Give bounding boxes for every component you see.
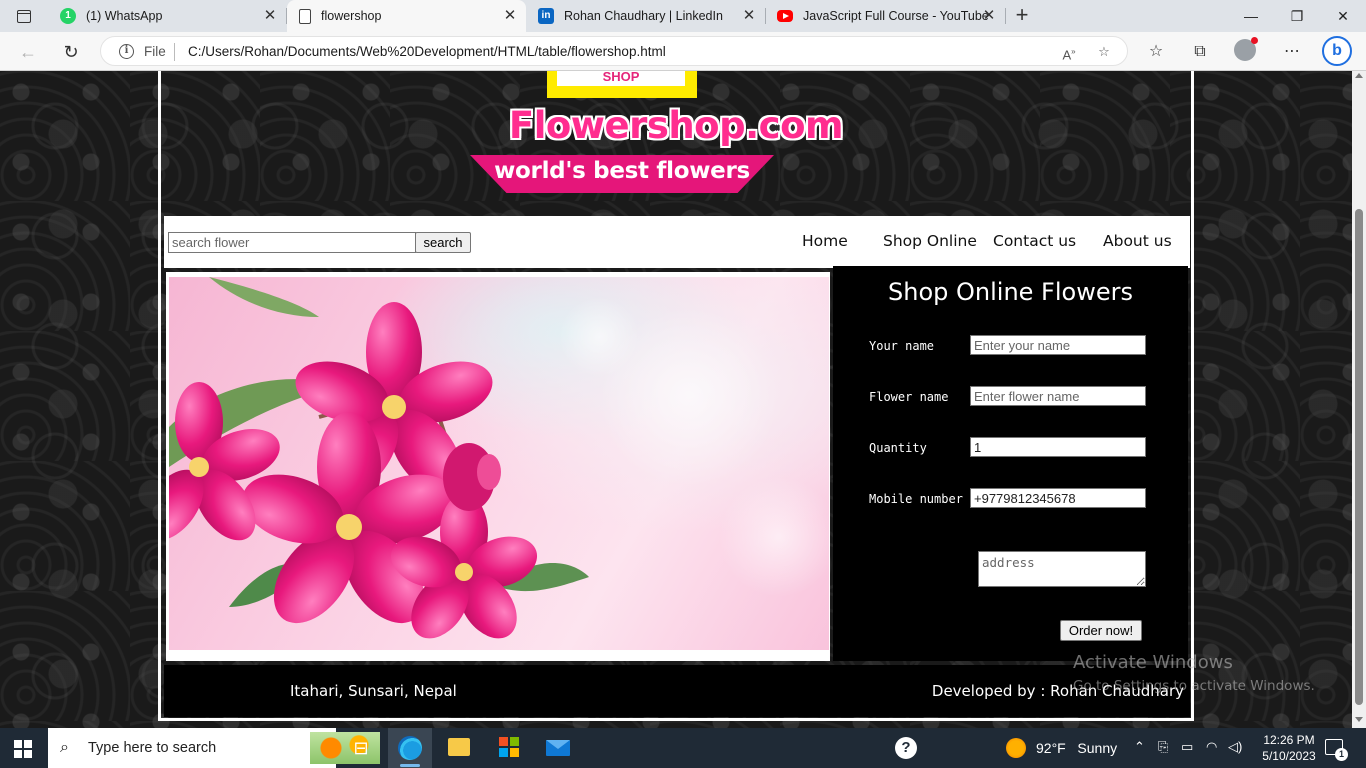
- site-footer: Itahari, Sunsari, Nepal Developed by : R…: [164, 665, 1190, 717]
- tab-title: flowershop: [321, 9, 382, 23]
- tab-title: (1) WhatsApp: [86, 9, 163, 23]
- meet-now-icon[interactable]: ⎘: [1158, 739, 1168, 755]
- mobile-number-input[interactable]: [970, 488, 1146, 508]
- close-window-button[interactable]: ✕: [1320, 0, 1366, 32]
- document-icon: [299, 8, 311, 24]
- help-icon[interactable]: ?: [895, 737, 917, 759]
- bing-chat-icon[interactable]: b: [1322, 36, 1352, 66]
- weather-condition: Sunny: [1077, 740, 1118, 756]
- back-arrow-icon[interactable]: ←: [15, 39, 41, 65]
- nav-home-link[interactable]: Home: [802, 232, 848, 250]
- close-tab-icon[interactable]: ✕: [741, 8, 757, 24]
- tab-flowershop[interactable]: flowershop ✕: [287, 0, 526, 32]
- url-text[interactable]: C:/Users/Rohan/Documents/Web%20Developme…: [188, 44, 666, 59]
- scroll-up-arrow-icon[interactable]: [1355, 73, 1363, 78]
- chevron-up-icon[interactable]: ⌃: [1134, 739, 1145, 755]
- order-form: Shop Online Flowers Your name Flower nam…: [833, 266, 1188, 661]
- search-button[interactable]: search: [415, 232, 471, 253]
- scroll-thumb[interactable]: [1355, 209, 1363, 705]
- search-icon: ⌕: [60, 739, 69, 756]
- whatsapp-icon: [60, 8, 76, 24]
- quantity-label: Quantity: [869, 441, 927, 455]
- address-textarea[interactable]: [978, 551, 1146, 587]
- tab-whatsapp[interactable]: (1) WhatsApp ✕: [48, 0, 287, 32]
- nav-about-link[interactable]: About us: [1103, 232, 1172, 250]
- restore-button[interactable]: ❐: [1274, 0, 1320, 32]
- task-view-icon[interactable]: ⊟: [347, 734, 375, 762]
- clock-date: 5/10/2023: [1262, 749, 1316, 763]
- scroll-down-arrow-icon[interactable]: [1355, 717, 1363, 722]
- logo-text: SHOP: [557, 71, 685, 86]
- tab-youtube[interactable]: JavaScript Full Course - YouTube ✕: [765, 0, 1006, 32]
- file-explorer-icon[interactable]: [448, 738, 470, 756]
- windows-start-icon[interactable]: [14, 740, 32, 758]
- windows-taskbar: ⌕ Type here to search ⊟ ? 92°F Sunny ⌃ ⎘…: [0, 728, 1366, 768]
- wifi-icon[interactable]: ◠: [1206, 739, 1217, 755]
- page-viewport: SHOP Flowershop.com world's best flowers…: [0, 71, 1352, 728]
- close-tab-icon[interactable]: ✕: [502, 8, 518, 24]
- file-scheme-label: File: [144, 44, 166, 59]
- add-favorite-icon[interactable]: ☆: [1094, 42, 1114, 62]
- page-scrollbar[interactable]: [1352, 71, 1366, 728]
- favorites-icon[interactable]: ☆: [1143, 39, 1169, 65]
- weather-widget[interactable]: 92°F Sunny: [1036, 740, 1117, 756]
- tagline-banner: world's best flowers: [470, 155, 774, 193]
- sun-weather-icon: [1006, 738, 1026, 758]
- hero-image-frame: [166, 272, 830, 661]
- taskbar-search-box[interactable]: ⌕ Type here to search: [48, 728, 380, 768]
- tab-actions-icon[interactable]: [0, 0, 48, 32]
- your-name-label: Your name: [869, 339, 935, 353]
- order-now-button[interactable]: Order now!: [1060, 620, 1142, 641]
- watermark-line-2: Go to Settings to activate Windows.: [1073, 678, 1315, 694]
- profile-avatar[interactable]: [1234, 37, 1258, 61]
- flower-illustration: [169, 277, 829, 639]
- order-form-title: Shop Online Flowers: [888, 278, 1133, 306]
- notification-badge: 1: [1335, 748, 1348, 761]
- tab-linkedin[interactable]: in Rohan Chaudhary | LinkedIn ✕: [526, 0, 766, 32]
- info-icon[interactable]: i: [119, 44, 134, 59]
- tagline-text: world's best flowers: [494, 158, 750, 184]
- read-aloud-icon[interactable]: A»: [1059, 42, 1079, 62]
- clock-time: 12:26 PM: [1263, 733, 1315, 747]
- more-menu-icon[interactable]: ⋯: [1279, 39, 1305, 65]
- site-container: SHOP Flowershop.com world's best flowers…: [158, 71, 1194, 721]
- quantity-input[interactable]: [970, 437, 1146, 457]
- refresh-icon[interactable]: ↻: [58, 39, 84, 65]
- tab-title: Rohan Chaudhary | LinkedIn: [564, 9, 723, 23]
- battery-icon[interactable]: ▭: [1181, 739, 1193, 755]
- your-name-input[interactable]: [970, 335, 1146, 355]
- nav-contact-link[interactable]: Contact us: [993, 232, 1076, 250]
- volume-icon[interactable]: ◁): [1228, 739, 1242, 755]
- search-flower-input[interactable]: [168, 232, 416, 253]
- taskbar-search-placeholder: Type here to search: [88, 740, 217, 756]
- browser-tab-bar: (1) WhatsApp ✕ flowershop ✕ in Rohan Cha…: [0, 0, 1366, 32]
- activate-windows-watermark: Activate Windows Go to Settings to activ…: [1073, 652, 1315, 694]
- minimize-button[interactable]: —: [1228, 0, 1274, 32]
- brand-title: Flowershop.com: [508, 104, 844, 147]
- site-navbar: search Home Shop Online Contact us About…: [164, 216, 1190, 268]
- mail-icon[interactable]: [546, 740, 570, 756]
- shop-logo: SHOP: [547, 71, 697, 98]
- pink-flowers-image: [169, 277, 829, 650]
- weather-temp: 92°F: [1036, 740, 1066, 756]
- footer-address: Itahari, Sunsari, Nepal: [290, 682, 457, 700]
- close-tab-icon[interactable]: ✕: [262, 8, 278, 24]
- youtube-icon: [777, 10, 793, 22]
- close-tab-icon[interactable]: ✕: [981, 8, 997, 24]
- nav-shop-online-link[interactable]: Shop Online: [883, 232, 977, 250]
- flower-name-input[interactable]: [970, 386, 1146, 406]
- address-bar[interactable]: i File C:/Users/Rohan/Documents/Web%20De…: [100, 36, 1128, 66]
- new-tab-button[interactable]: +: [1011, 4, 1033, 28]
- browser-toolbar: ← ↻ i File C:/Users/Rohan/Documents/Web%…: [0, 32, 1366, 71]
- flower-name-label: Flower name: [869, 390, 949, 404]
- collections-icon[interactable]: ⧉: [1187, 39, 1213, 65]
- edge-icon: [398, 736, 422, 760]
- mobile-number-label: Mobile number: [869, 492, 963, 506]
- taskbar-clock[interactable]: 12:26 PM 5/10/2023: [1256, 732, 1322, 764]
- watermark-line-1: Activate Windows: [1073, 652, 1233, 673]
- microsoft-store-icon[interactable]: [499, 737, 519, 757]
- linkedin-icon: in: [538, 8, 554, 24]
- tab-title: JavaScript Full Course - YouTube: [803, 9, 989, 23]
